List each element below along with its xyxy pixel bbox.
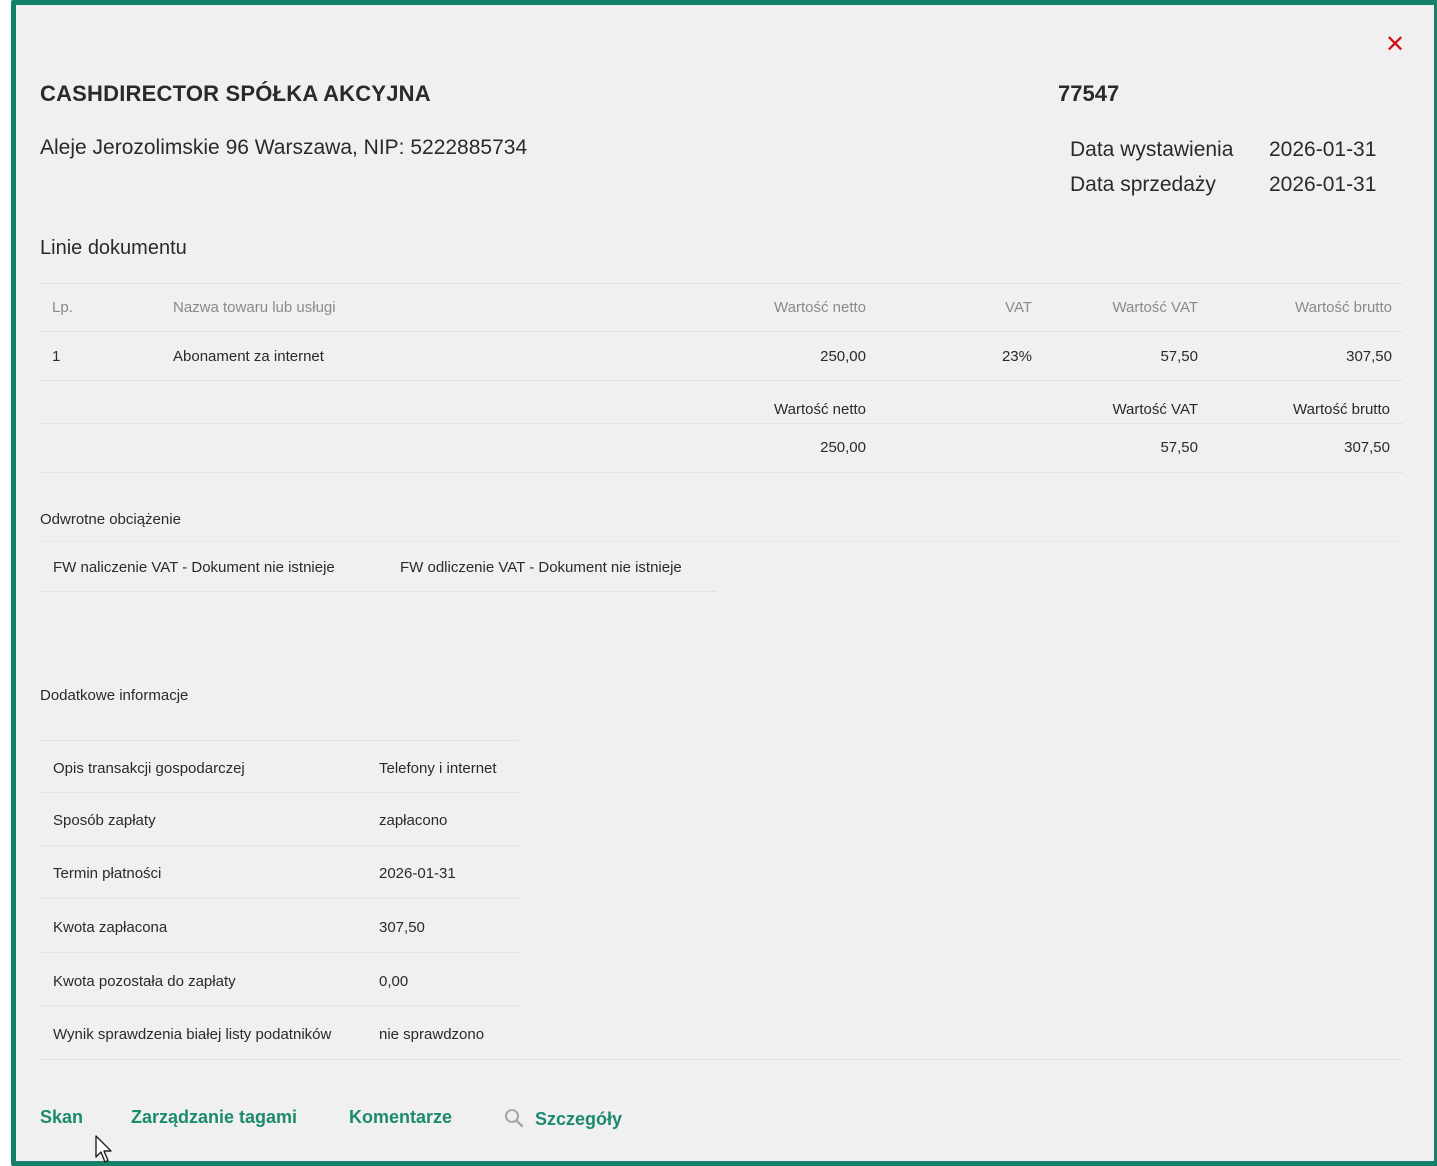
lines-section-title: Linie dokumentu [40,237,187,259]
row-vat: 23% [1001,348,1032,365]
info-label: Kwota pozostała do zapłaty [53,973,236,990]
summary-net-label: Wartość netto [774,401,866,418]
info-label: Wynik sprawdzenia białej listy podatnikó… [53,1026,332,1043]
info-value: Telefony i internet [379,760,497,777]
summary-vat-label: Wartość VAT [1112,401,1198,418]
info-value: nie sprawdzono [379,1026,485,1043]
row-vat-value: 57,50 [1160,348,1198,365]
col-net: Wartość netto [774,299,866,316]
additional-info-title: Dodatkowe informacje [40,687,189,704]
mouse-cursor-icon [95,1135,112,1163]
info-value: 2026-01-31 [379,865,456,882]
info-label: Sposób zapłaty [53,812,156,829]
details-button[interactable] [504,1108,524,1133]
document-preview-modal: ✕ CASHDIRECTOR SPÓŁKA AKCYJNA 77547 Alej… [11,0,1437,1166]
summary-vat: 57,50 [1160,439,1198,456]
reverse-charge-deduction: FW odliczenie VAT - Dokument nie istniej… [400,559,682,576]
row-gross: 307,50 [1346,348,1392,365]
info-label: Kwota zapłacona [53,919,168,936]
col-vat-value: Wartość VAT [1112,299,1198,316]
search-icon [505,1109,524,1128]
summary-net: 250,00 [820,439,866,456]
reverse-charge-accrual: FW naliczenie VAT - Dokument nie istniej… [53,559,335,576]
info-label: Opis transakcji gospodarczej [53,760,245,777]
sale-date-value: 2026-01-31 [1269,173,1377,196]
manage-tags-link[interactable]: Zarządzanie tagami [131,1107,297,1128]
comments-link[interactable]: Komentarze [349,1107,452,1128]
row-lp: 1 [52,348,61,365]
col-name: Nazwa towaru lub usługi [173,299,336,316]
scan-link[interactable]: Skan [40,1107,83,1128]
company-name: CASHDIRECTOR SPÓŁKA AKCYJNA [40,81,431,106]
col-gross: Wartość brutto [1295,299,1392,316]
document-number: 77547 [1058,81,1120,106]
col-lp: Lp. [52,299,73,316]
summary-gross-label: Wartość brutto [1293,401,1390,418]
summary-gross: 307,50 [1344,439,1390,456]
details-link[interactable]: Szczegóły [535,1109,622,1130]
row-name: Abonament za internet [173,348,324,365]
issue-date-value: 2026-01-31 [1269,138,1377,161]
info-value: zapłacono [379,812,448,829]
close-icon[interactable]: ✕ [1382,32,1408,58]
col-vat: VAT [1005,299,1032,316]
issue-date-label: Data wystawienia [1070,138,1234,161]
info-value: 307,50 [379,919,425,936]
reverse-charge-title: Odwrotne obciążenie [40,511,181,528]
company-address: Aleje Jerozolimskie 96 Warszawa, NIP: 52… [40,136,528,159]
sale-date-label: Data sprzedaży [1070,173,1216,196]
info-label: Termin płatności [53,865,162,882]
row-net: 250,00 [820,348,866,365]
info-value: 0,00 [379,973,409,990]
